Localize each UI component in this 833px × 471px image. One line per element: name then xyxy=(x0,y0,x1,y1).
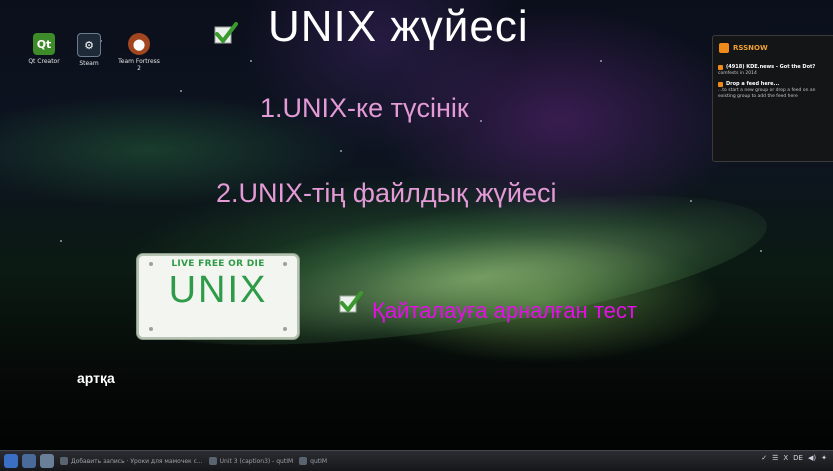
checkmark-icon xyxy=(214,22,238,44)
rss-widget[interactable]: RSSNOW (4918) KDE.news - Got the Dot? co… xyxy=(712,35,833,162)
rss-entry-body: ...to start a new group or drop a feed o… xyxy=(718,88,816,99)
unix-license-plate-image: LIVE FREE OR DIE UNIX xyxy=(137,254,299,339)
desktop-icon-label: Steam xyxy=(79,60,99,67)
rss-entry-title: Drop a feed here... xyxy=(726,81,780,87)
test-link[interactable]: Қайталауға арналған тест xyxy=(372,298,637,324)
desktop-switch-icon[interactable] xyxy=(22,454,36,468)
tray-menu-icon[interactable]: ☰ xyxy=(772,454,778,462)
desktop-icon-label: Team Fortress 2 xyxy=(118,58,160,72)
slide-title: UNIX жүйесі xyxy=(268,2,529,51)
tray-close-icon[interactable]: X xyxy=(783,454,788,462)
desktop-icon-steam[interactable]: ⚙ Steam xyxy=(66,33,112,67)
rss-entry[interactable]: Drop a feed here... ...to start a new gr… xyxy=(718,81,830,100)
rss-entry-body: comfests in 2014 xyxy=(718,71,757,76)
rss-brand: RSSNOW xyxy=(733,44,768,52)
taskbar-task[interactable]: qutIM xyxy=(299,454,327,468)
qt-creator-icon: Qt xyxy=(33,33,55,55)
taskbar-task[interactable]: Добавить запись · Уроки для мамочек с... xyxy=(60,454,203,468)
back-link[interactable]: артқа xyxy=(77,370,115,386)
tray-keyboard-layout[interactable]: DE xyxy=(793,454,803,462)
tray-check-icon[interactable]: ✓ xyxy=(761,454,767,462)
desktop-background: Qt Qt Creator ⚙ Steam ⬤ Team Fortress 2 … xyxy=(0,0,833,450)
task-label: Unit 3 (caption3) - qutIM xyxy=(219,457,294,465)
plate-bolt xyxy=(149,327,153,331)
rss-feed-icon xyxy=(718,64,723,70)
desktop-icon-label: Qt Creator xyxy=(28,58,60,65)
window-icon xyxy=(208,457,217,465)
checkmark-icon xyxy=(339,291,363,313)
menu-item-unix-filesystem[interactable]: 2.UNIX-тің файлдық жүйесі xyxy=(216,178,557,209)
desktop-icon-team-fortress[interactable]: ⬤ Team Fortress 2 xyxy=(116,33,162,72)
steam-icon: ⚙ xyxy=(77,33,101,57)
plate-bolt xyxy=(283,327,287,331)
window-icon xyxy=(60,457,68,465)
system-tray: ✓ ☰ X DE ◀) ✦ xyxy=(761,454,827,462)
app-launcher-icon[interactable] xyxy=(4,454,18,468)
plate-bolt xyxy=(149,262,153,266)
tray-volume-icon[interactable]: ◀) xyxy=(808,454,816,462)
rss-entry-title: (4918) KDE.news - Got the Dot? xyxy=(726,64,816,70)
desktop-icon-qt-creator[interactable]: Qt Qt Creator xyxy=(21,33,67,65)
team-fortress-icon: ⬤ xyxy=(128,33,150,55)
plate-big-text: UNIX xyxy=(168,269,268,311)
plate-top-text: LIVE FREE OR DIE xyxy=(171,259,265,269)
taskbar: Добавить запись · Уроки для мамочек с...… xyxy=(0,450,833,471)
task-label: Добавить запись · Уроки для мамочек с... xyxy=(71,457,203,465)
rss-icon xyxy=(719,43,729,53)
menu-item-unix-intro[interactable]: 1.UNIX-ке түсінік xyxy=(260,93,469,124)
window-icon xyxy=(299,457,308,465)
task-label: qutIM xyxy=(310,457,328,465)
rss-header: RSSNOW xyxy=(713,36,833,60)
rss-feed-icon xyxy=(718,81,723,87)
rss-entry[interactable]: (4918) KDE.news - Got the Dot? comfests … xyxy=(718,64,830,77)
plate-bolt xyxy=(283,262,287,266)
tray-network-icon[interactable]: ✦ xyxy=(821,454,827,462)
file-manager-icon[interactable] xyxy=(40,454,54,468)
taskbar-task[interactable]: Unit 3 (caption3) - qutIM xyxy=(208,454,294,468)
